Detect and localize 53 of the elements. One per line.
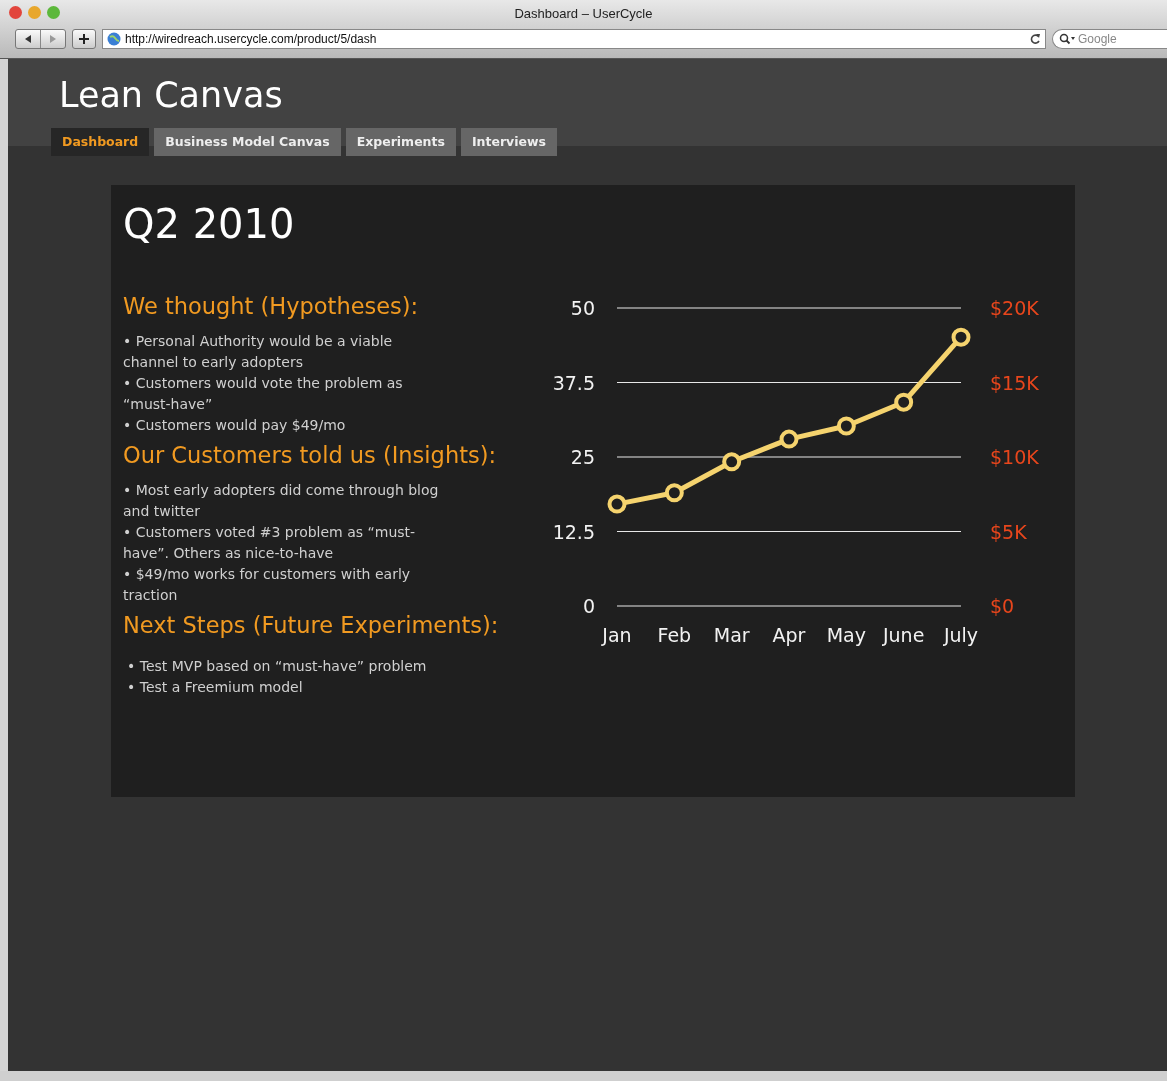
period-title: Q2 2010 (123, 200, 295, 249)
plus-icon (79, 34, 89, 44)
x-axis-label: Feb (657, 624, 692, 646)
revenue-axis-label: $15K (990, 371, 1039, 394)
bullet-text: • Most early adopters did come through blog and twitter (123, 481, 440, 521)
bullet-text: • Customers would pay $49/mo (123, 416, 347, 435)
x-axis-label: Apr (772, 624, 806, 646)
data-point (779, 429, 799, 449)
tab[interactable]: Dashboard (51, 128, 150, 156)
data-point (722, 452, 742, 472)
tab[interactable]: Interviews (460, 128, 557, 156)
revenue-axis-label: $10K (990, 446, 1039, 468)
data-point (894, 392, 914, 412)
data-point (607, 494, 627, 514)
back-arrow-icon (23, 34, 33, 44)
bullet-text: • Customers voted #3 problem as “must-have”. Others as nice-to-have (123, 523, 417, 563)
section-heading: Our Customers told us (Insights): (123, 441, 498, 470)
globe-icon (107, 32, 121, 46)
search-field[interactable]: Google (1052, 29, 1167, 49)
zoom-button[interactable] (47, 6, 60, 19)
y-axis-label: 37.5 (552, 371, 595, 394)
x-axis-label: June (882, 624, 925, 646)
bullet-text: • $49/mo works for customers with early traction (123, 565, 412, 605)
bullet-text: • Test a Freemium model (127, 678, 304, 697)
close-button[interactable] (9, 6, 22, 19)
section-heading: We thought (Hypotheses): (123, 292, 420, 321)
x-axis-label: Mar (713, 624, 750, 646)
add-bookmark-button[interactable] (72, 29, 96, 49)
bullet-text: • Test MVP based on “must-have” problem (127, 657, 428, 676)
data-point (664, 483, 684, 503)
x-axis-label: Jan (602, 624, 632, 646)
bullet-text: • Personal Authority would be a viable channel to early adopters (123, 332, 394, 372)
data-point (836, 416, 856, 436)
tab[interactable]: Experiments (345, 128, 456, 156)
tab[interactable]: Business Model Canvas (154, 128, 341, 156)
x-axis-label: May (826, 624, 866, 646)
x-axis-label: July (943, 624, 979, 646)
revenue-axis-label: $0 (990, 595, 1015, 617)
section-heading: Next Steps (Future Experiments): (123, 611, 500, 640)
reload-icon[interactable] (1029, 33, 1041, 45)
data-point (951, 327, 971, 347)
y-axis-label: 50 (570, 297, 595, 319)
bullet-text: • Customers would vote the problem as “must-have” (123, 374, 404, 414)
window-title: Dashboard – UserCycle (514, 5, 653, 21)
revenue-axis-label: $20K (990, 297, 1039, 319)
app-title: Lean Canvas (59, 74, 283, 117)
address-field[interactable]: http://wiredreach.usercycle.com/product/5/dash (102, 29, 1046, 49)
y-axis-label: 12.5 (552, 520, 595, 543)
y-axis-label: 0 (582, 595, 595, 617)
search-icon (1059, 33, 1075, 45)
y-axis-label: 25 (570, 446, 595, 468)
forward-arrow-icon (48, 34, 58, 44)
revenue-axis-label: $5K (990, 520, 1027, 543)
